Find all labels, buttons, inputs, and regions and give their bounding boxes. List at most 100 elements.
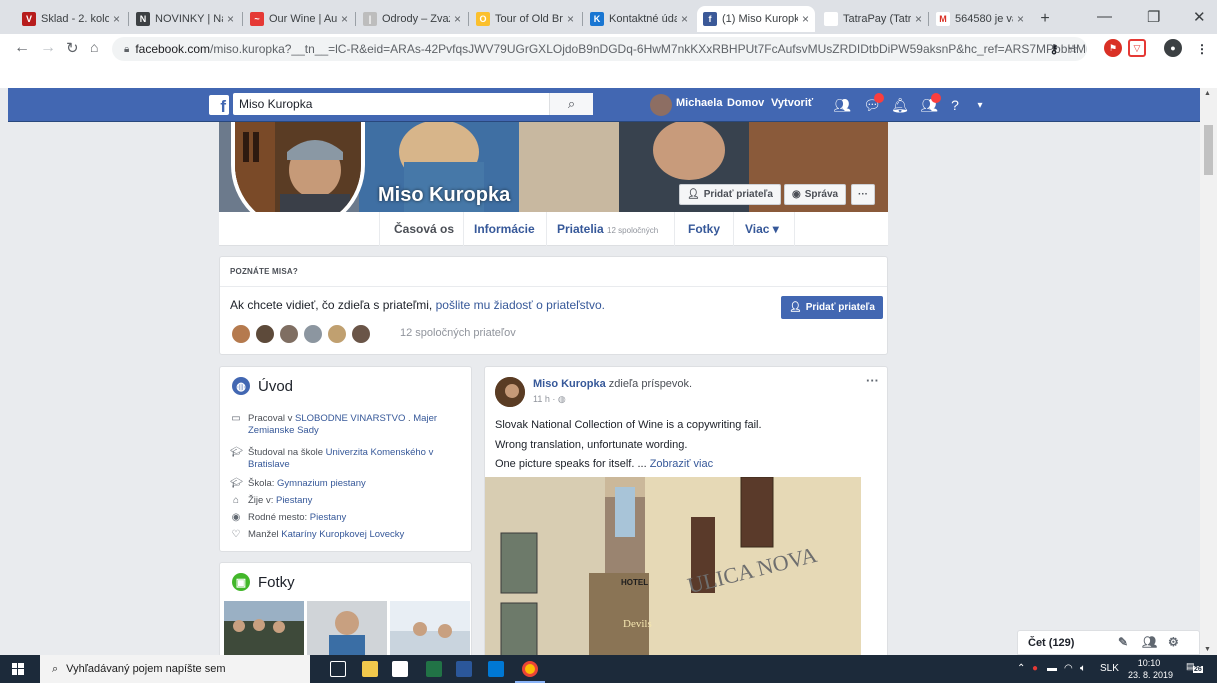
- tab-close-icon[interactable]: ×: [113, 12, 120, 26]
- taskbar-search[interactable]: ⌕ Vyhľadávaný pojem napíšte sem: [40, 655, 310, 683]
- photo-thumbnail[interactable]: [390, 601, 470, 655]
- scrollbar-thumb[interactable]: [1204, 125, 1213, 175]
- battery-icon[interactable]: ▬: [1047, 663, 1057, 674]
- browser-tab[interactable]: TatraPay (Tatra ×: [818, 6, 928, 32]
- add-friend-button[interactable]: 👤︎ Pridať priateľa: [679, 184, 781, 205]
- volume-icon[interactable]: 🔈︎: [1080, 663, 1086, 674]
- tab-close-icon[interactable]: ×: [227, 12, 234, 26]
- menu-kebab-icon[interactable]: ⋮: [1193, 40, 1211, 58]
- browser-tab[interactable]: N NOVINKY | Na ×: [130, 6, 240, 32]
- key-icon[interactable]: ⚷: [1045, 40, 1063, 58]
- tab-photos[interactable]: Fotky: [688, 222, 720, 236]
- minimize-icon[interactable]: —: [1097, 8, 1112, 25]
- mutual-friend-avatar[interactable]: [350, 323, 372, 345]
- mutual-friend-avatar[interactable]: [278, 323, 300, 345]
- mutual-friend-avatar[interactable]: [254, 323, 276, 345]
- more-options-button[interactable]: ···: [851, 184, 875, 205]
- address-bar[interactable]: 🔒︎ facebook.com/miso.kuropka?__tn__=lC-R…: [112, 37, 1087, 61]
- nav-user-name[interactable]: Michaela: [676, 97, 722, 109]
- task-view-icon[interactable]: [330, 661, 346, 677]
- send-friend-request-link[interactable]: pošlite mu žiadosť o priateľstvo.: [436, 298, 605, 312]
- bookmark-star-icon[interactable]: ☆: [1064, 40, 1082, 58]
- messenger-icon[interactable]: 💬︎: [862, 93, 884, 115]
- close-window-icon[interactable]: ✕: [1193, 8, 1206, 26]
- post-timestamp[interactable]: 11 h · ◍: [533, 394, 566, 405]
- add-friend-primary-button[interactable]: 👤︎ Pridať priateľa: [781, 296, 883, 319]
- school-link[interactable]: Gymnazium piestany: [277, 478, 366, 489]
- browser-tab[interactable]: ~ Our Wine | Au ×: [244, 6, 354, 32]
- reload-icon[interactable]: ↻: [66, 39, 79, 57]
- windows-start-icon[interactable]: [12, 663, 24, 675]
- tab-close-icon[interactable]: ×: [454, 12, 461, 26]
- photo-thumbnail[interactable]: [224, 601, 304, 655]
- scroll-down-icon[interactable]: ▼: [1204, 646, 1211, 653]
- excel-icon[interactable]: [426, 661, 442, 677]
- profile-name[interactable]: Miso Kuropka: [378, 184, 510, 207]
- chrome-icon[interactable]: [522, 661, 538, 677]
- tab-more[interactable]: Viac ▾: [745, 222, 779, 236]
- tab-friends[interactable]: Priatelia 12 spoločných: [557, 222, 658, 236]
- mutual-friend-avatar[interactable]: [230, 323, 252, 345]
- post-author-avatar[interactable]: [495, 377, 525, 407]
- tab-close-icon[interactable]: ×: [567, 12, 574, 26]
- chat-settings-gear-icon[interactable]: ⚙: [1168, 635, 1179, 649]
- tab-about[interactable]: Informácie: [474, 222, 535, 236]
- tray-overflow-icon[interactable]: ⌃: [1017, 663, 1025, 674]
- browser-tab[interactable]: f (1) Miso Kuropk ×: [697, 6, 815, 32]
- browser-tab[interactable]: K Kontaktné údaje ×: [584, 6, 694, 32]
- help-icon[interactable]: ?: [945, 95, 965, 115]
- lives-link[interactable]: Piestany: [276, 495, 312, 506]
- message-button[interactable]: ◉ Správa: [784, 184, 847, 205]
- tab-close-icon[interactable]: ×: [802, 12, 809, 26]
- search-icon[interactable]: ⌕: [549, 93, 593, 115]
- page-scrollbar[interactable]: ▲ ▼: [1200, 88, 1217, 655]
- photo-thumbnail[interactable]: [307, 601, 387, 655]
- nav-home[interactable]: Domov: [727, 97, 764, 109]
- back-icon[interactable]: ←: [14, 39, 30, 57]
- browser-tab[interactable]: V Sklad - 2. kolo ×: [16, 6, 126, 32]
- browser-tab[interactable]: O Tour of Old Bra ×: [470, 6, 580, 32]
- spouse-link[interactable]: Kataríny Kuropkovej Lovecky: [281, 529, 404, 540]
- tray-app-icon[interactable]: ●: [1032, 663, 1038, 674]
- tab-close-icon[interactable]: ×: [1017, 12, 1024, 26]
- notifications-bell-icon[interactable]: 🔔︎: [890, 95, 910, 115]
- new-tab-button[interactable]: +: [1032, 6, 1058, 32]
- friend-requests-icon[interactable]: 👥︎: [832, 95, 852, 115]
- mutual-friends-count[interactable]: 12 spoločných priateľov: [400, 327, 516, 339]
- work-link[interactable]: SLOBODNE VINARSTVO: [295, 413, 405, 424]
- hometown-link[interactable]: Piestany: [310, 512, 346, 523]
- tab-close-icon[interactable]: ×: [681, 12, 688, 26]
- mutual-friend-avatar[interactable]: [302, 323, 324, 345]
- tab-close-icon[interactable]: ×: [341, 12, 348, 26]
- post-image[interactable]: ULICA NOVA HOTEL Devils: [485, 477, 861, 655]
- post-author-link[interactable]: Miso Kuropka: [533, 378, 606, 390]
- profile-avatar-icon[interactable]: ●: [1164, 39, 1182, 57]
- browser-tab[interactable]: M 564580 je váš ×: [930, 6, 1030, 32]
- account-dropdown-icon[interactable]: ▾: [970, 95, 990, 115]
- pocket-icon[interactable]: ▽: [1128, 39, 1146, 57]
- wifi-icon[interactable]: ◠: [1064, 663, 1073, 674]
- word-icon[interactable]: [456, 661, 472, 677]
- tab-close-icon[interactable]: ×: [915, 12, 922, 26]
- home-icon[interactable]: ⌂: [90, 39, 98, 55]
- store-icon[interactable]: [392, 661, 408, 677]
- user-avatar[interactable]: [650, 94, 672, 116]
- fb-search-input[interactable]: [233, 94, 549, 114]
- action-center-icon[interactable]: ▤ 26: [1186, 661, 1203, 677]
- group-chat-icon[interactable]: 👥︎: [1142, 635, 1157, 649]
- post-options-icon[interactable]: ···: [866, 373, 879, 388]
- input-language[interactable]: SLK: [1100, 663, 1119, 674]
- people-icon[interactable]: 👥︎: [919, 93, 941, 115]
- forward-icon[interactable]: →: [40, 39, 56, 57]
- facebook-logo-icon[interactable]: f: [209, 95, 229, 115]
- chat-bar[interactable]: Čet (129) ✎ 👥︎ ⚙: [1017, 630, 1200, 655]
- scroll-up-icon[interactable]: ▲: [1204, 90, 1211, 97]
- new-message-icon[interactable]: ✎: [1118, 635, 1128, 649]
- nav-create[interactable]: Vytvoriť: [771, 97, 813, 109]
- clock[interactable]: 10:10 23. 8. 2019: [1128, 657, 1173, 681]
- file-explorer-icon[interactable]: [362, 661, 378, 677]
- browser-tab[interactable]: | Odrody – Zvaz ×: [357, 6, 467, 32]
- mutual-friend-avatar[interactable]: [326, 323, 348, 345]
- extension-icon[interactable]: ⚑: [1104, 39, 1122, 57]
- outlook-icon[interactable]: [488, 661, 504, 677]
